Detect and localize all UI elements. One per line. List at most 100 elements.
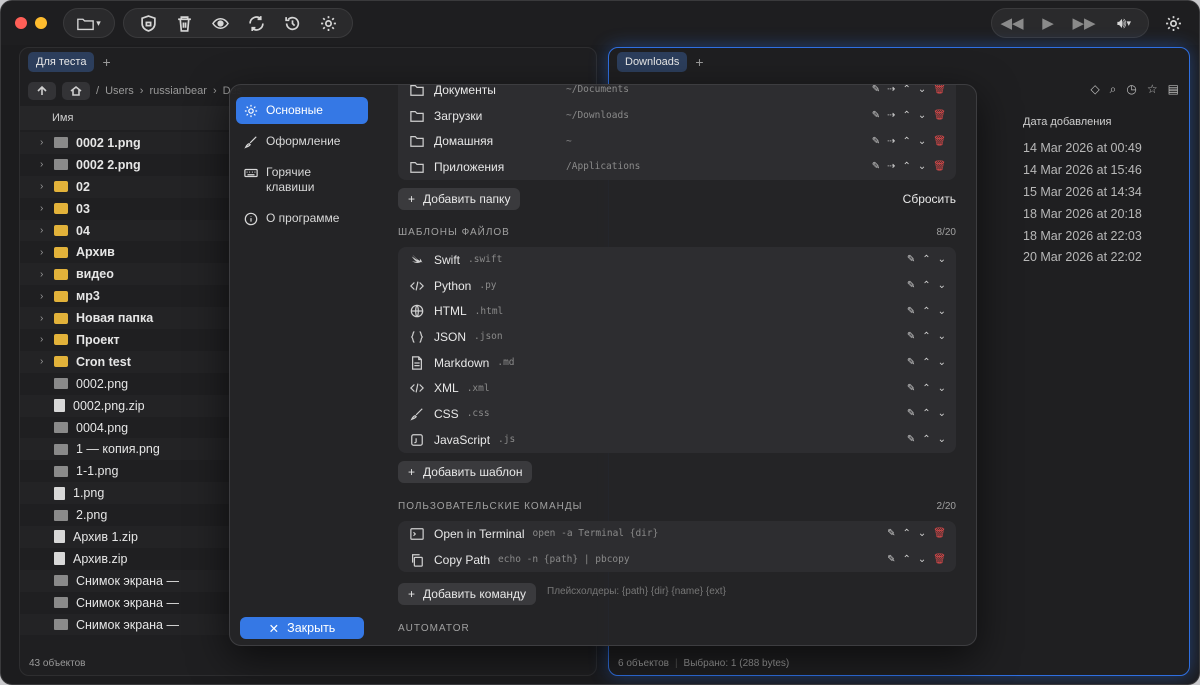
template-row[interactable]: CSS .css ✎ ⌃ ⌄ [398, 401, 956, 427]
template-row[interactable]: HTML .html ✎ ⌃ ⌄ [398, 298, 956, 324]
edit-icon[interactable]: ✎ [907, 306, 915, 317]
chevron-right-icon[interactable]: › [40, 356, 54, 367]
chevron-up-icon[interactable]: ⌃ [903, 528, 911, 539]
edit-icon[interactable]: ✎ [907, 434, 915, 445]
chevron-right-icon[interactable]: › [40, 334, 54, 345]
sync-button[interactable] [240, 10, 272, 36]
chevron-up-icon[interactable]: ⌃ [903, 110, 911, 121]
add-folder-button[interactable]: + Добавить папку [398, 188, 521, 210]
chevron-down-icon[interactable]: ⌄ [918, 110, 926, 121]
template-row[interactable]: XML .xml ✎ ⌃ ⌄ [398, 375, 956, 401]
delete-icon[interactable]: 🗑︎ [933, 554, 946, 565]
chevron-down-icon[interactable]: ⌄ [938, 280, 946, 291]
chevron-down-icon[interactable]: ⌄ [938, 383, 946, 394]
edit-icon[interactable]: ✎ [872, 110, 880, 121]
edit-icon[interactable]: ✎ [872, 136, 880, 147]
edit-icon[interactable]: ✎ [907, 280, 915, 291]
template-row[interactable]: Swift .swift ✎ ⌃ ⌄ [398, 247, 956, 273]
trash-button[interactable] [168, 10, 200, 36]
chevron-down-icon[interactable]: ⌄ [918, 85, 926, 95]
move-folder-icon[interactable]: ⇢ [887, 136, 895, 147]
chevron-down-icon[interactable]: ⌄ [938, 331, 946, 342]
edit-icon[interactable]: ✎ [872, 161, 880, 172]
tab-right-active[interactable]: Downloads [617, 52, 688, 72]
play-button[interactable]: ▶ [1032, 10, 1064, 36]
command-row[interactable]: Copy Path echo -n {path} | pbcopy ✎ ⌃ ⌄ 🗑︎ [398, 547, 956, 573]
template-row[interactable]: Python .py ✎ ⌃ ⌄ [398, 273, 956, 299]
move-folder-icon[interactable]: ⇢ [887, 110, 895, 121]
fast-forward-button[interactable]: ▶▶ [1068, 10, 1100, 36]
volume-button[interactable]: 🔊︎ ▾ [1104, 10, 1144, 36]
delete-icon[interactable]: 🗑︎ [933, 528, 946, 539]
template-row[interactable]: JSON .json ✎ ⌃ ⌄ [398, 324, 956, 350]
chevron-right-icon[interactable]: › [40, 181, 54, 192]
edit-icon[interactable]: ✎ [907, 408, 915, 419]
folder-row[interactable]: Документы ~/Documents ✎ ⇢ ⌃ ⌄ 🗑︎ [398, 85, 956, 103]
move-folder-icon[interactable]: ⇢ [887, 161, 895, 172]
chevron-up-icon[interactable]: ⌃ [922, 434, 930, 445]
up-button[interactable] [28, 82, 56, 100]
settings-button[interactable] [312, 10, 344, 36]
chevron-right-icon[interactable]: › [40, 247, 54, 258]
minimize-window-button[interactable] [35, 17, 47, 29]
chevron-right-icon[interactable]: › [40, 225, 54, 236]
layout-icon[interactable]: ▤ [1168, 82, 1179, 97]
move-folder-icon[interactable]: ⇢ [887, 85, 895, 95]
rewind-button[interactable]: ◀◀ [996, 10, 1028, 36]
chevron-down-icon[interactable]: ⌄ [918, 161, 926, 172]
tab-left-active[interactable]: Для теста [28, 52, 95, 72]
settings-nav-item[interactable]: Оформление [236, 128, 368, 155]
delete-icon[interactable]: 🗑︎ [933, 85, 946, 95]
privacy-button[interactable] [132, 10, 164, 36]
settings-nav-item[interactable]: Основные [236, 97, 368, 124]
column-header-date[interactable]: Дата добавления [1023, 110, 1111, 134]
command-row[interactable]: Open in Terminal open -a Terminal {dir} ✎ ⌃… [398, 521, 956, 547]
tag-icon[interactable]: ◇ [1090, 82, 1099, 97]
preview-button[interactable] [204, 10, 236, 36]
chevron-up-icon[interactable]: ⌃ [903, 554, 911, 565]
add-command-button[interactable]: + Добавить команду [398, 583, 536, 605]
template-row[interactable]: JavaScript .js ✎ ⌃ ⌄ [398, 427, 956, 453]
reset-button[interactable]: Сбросить [903, 192, 956, 206]
clock-icon[interactable]: ◷ [1126, 82, 1136, 97]
edit-icon[interactable]: ✎ [887, 528, 895, 539]
edit-icon[interactable]: ✎ [907, 254, 915, 265]
chevron-right-icon[interactable]: › [40, 313, 54, 324]
chevron-down-icon[interactable]: ⌄ [938, 357, 946, 368]
folder-row[interactable]: Домашняя ~ ✎ ⇢ ⌃ ⌄ 🗑︎ [398, 128, 956, 154]
delete-icon[interactable]: 🗑︎ [933, 161, 946, 172]
close-settings-button[interactable]: ✕ Закрыть [240, 617, 364, 639]
settings-nav-item[interactable]: О программе [236, 205, 368, 232]
chevron-down-icon[interactable]: ⌄ [938, 306, 946, 317]
chevron-up-icon[interactable]: ⌃ [903, 161, 911, 172]
add-template-button[interactable]: + Добавить шаблон [398, 461, 533, 483]
delete-icon[interactable]: 🗑︎ [933, 110, 946, 121]
app-settings-button[interactable] [1157, 10, 1189, 36]
history-button[interactable] [276, 10, 308, 36]
breadcrumb-item[interactable]: russianbear [149, 85, 206, 97]
search-icon[interactable]: ⌕ [1110, 82, 1117, 97]
chevron-up-icon[interactable]: ⌃ [922, 331, 930, 342]
edit-icon[interactable]: ✎ [872, 85, 880, 95]
chevron-up-icon[interactable]: ⌃ [922, 408, 930, 419]
breadcrumb-item[interactable]: Users [105, 85, 134, 97]
edit-icon[interactable]: ✎ [907, 357, 915, 368]
folder-menu-button[interactable]: ▾ [70, 10, 108, 36]
star-icon[interactable]: ☆ [1147, 82, 1158, 97]
add-tab-button[interactable]: + [695, 54, 703, 70]
home-button[interactable] [62, 82, 90, 100]
add-tab-button[interactable]: + [102, 54, 110, 70]
edit-icon[interactable]: ✎ [907, 383, 915, 394]
chevron-down-icon[interactable]: ⌄ [938, 408, 946, 419]
chevron-up-icon[interactable]: ⌃ [903, 136, 911, 147]
edit-icon[interactable]: ✎ [907, 331, 915, 342]
chevron-right-icon[interactable]: › [40, 159, 54, 170]
chevron-up-icon[interactable]: ⌃ [903, 85, 911, 95]
folder-row[interactable]: Загрузки ~/Downloads ✎ ⇢ ⌃ ⌄ 🗑︎ [398, 103, 956, 129]
chevron-down-icon[interactable]: ⌄ [918, 554, 926, 565]
chevron-down-icon[interactable]: ⌄ [918, 136, 926, 147]
chevron-down-icon[interactable]: ⌄ [938, 434, 946, 445]
template-row[interactable]: Markdown .md ✎ ⌃ ⌄ [398, 350, 956, 376]
chevron-up-icon[interactable]: ⌃ [922, 306, 930, 317]
chevron-right-icon[interactable]: › [40, 137, 54, 148]
